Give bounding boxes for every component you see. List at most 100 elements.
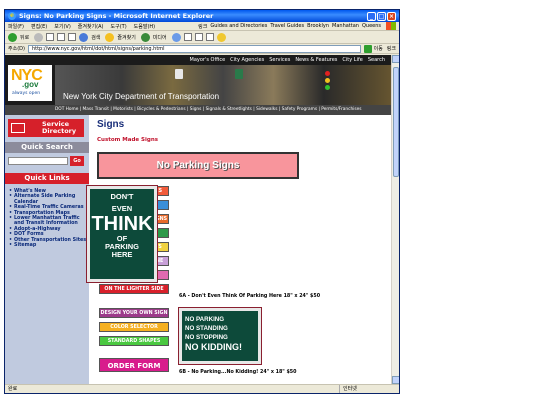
media-icon[interactable]	[140, 32, 150, 42]
nav-news-features[interactable]: News & Features	[295, 57, 337, 63]
search-go-button[interactable]: Go	[70, 156, 84, 166]
nyc-header: NYC .gov always open Mayor's Office City…	[5, 55, 391, 115]
back-label[interactable]: 뒤로	[20, 34, 29, 41]
ie-logo-icon: e	[8, 12, 16, 20]
logo-gov-text: .gov	[22, 80, 39, 89]
toolbar: 뒤로 검색 즐겨찾기 미디어	[5, 31, 399, 44]
street-sign-icon	[235, 69, 243, 79]
dot-title: New York City Department of Transportati…	[63, 92, 220, 101]
sign-6a-line2: EVEN	[111, 204, 133, 213]
menu-help[interactable]: 도움말(H)	[134, 23, 155, 30]
go-button[interactable]: 이동	[374, 45, 383, 52]
scroll-down-arrow-icon[interactable]	[392, 376, 399, 384]
address-bar: 주소(D) http://www.nyc.gov/html/dot/html/s…	[5, 44, 399, 54]
service-directory-label: Service Directory	[42, 120, 77, 135]
menu-view[interactable]: 보기(V)	[54, 23, 71, 30]
design-your-own-button[interactable]: DESIGN YOUR OWN SIGN	[99, 308, 169, 318]
nav-services[interactable]: Services	[269, 57, 290, 63]
mail-icon[interactable]	[183, 33, 192, 41]
window-title: Signs: No Parking Signs - Microsoft Inte…	[19, 12, 214, 20]
quick-links-heading: Quick Links	[5, 173, 89, 184]
breadcrumb[interactable]: Custom Made Signs	[97, 137, 158, 143]
address-label: 주소(D)	[8, 46, 25, 52]
menu-bar: 파일(F) 편집(E) 보기(V) 즐겨찾기(A) 도구(T) 도움말(H) 링…	[5, 22, 399, 31]
link-manhattan[interactable]: Manhattan	[332, 23, 359, 29]
minimize-button[interactable]: _	[367, 11, 376, 21]
nyc-gov-logo[interactable]: NYC .gov always open	[8, 65, 52, 101]
nav-city-agencies[interactable]: City Agencies	[230, 57, 264, 63]
favorites-label[interactable]: 즐겨찾기	[117, 34, 135, 41]
media-label[interactable]: 미디어	[153, 34, 167, 41]
address-input[interactable]: http://www.nyc.gov/html/dot/html/signs/p…	[27, 44, 361, 53]
service-directory-button[interactable]: Service Directory	[8, 119, 84, 137]
quick-link-sitemap[interactable]: Sitemap	[9, 243, 87, 249]
quick-link-lower-manhattan[interactable]: Lower Manhattan Traffic and Transit Info…	[9, 216, 87, 227]
search-icon[interactable]	[79, 32, 89, 42]
links-label: 링크	[198, 23, 208, 30]
page-content: NYC .gov always open Mayor's Office City…	[5, 55, 399, 384]
browser-window: e Signs: No Parking Signs - Microsoft In…	[4, 9, 400, 394]
traffic-light-yellow-icon	[325, 78, 330, 83]
go-arrow-icon[interactable]	[363, 44, 372, 53]
nav-mayors-office[interactable]: Mayor's Office	[190, 57, 226, 63]
messenger-icon[interactable]	[216, 32, 226, 42]
sign-6a-caption: 6A - Don't Even Think Of Parking Here 18…	[179, 294, 321, 299]
page-title: Signs	[97, 119, 125, 130]
favorites-star-icon[interactable]	[105, 32, 115, 42]
menu-edit[interactable]: 편집(E)	[31, 23, 47, 30]
logo-tagline: always open	[12, 91, 41, 96]
security-zone: 인터넷	[339, 385, 399, 393]
sign-6b-line3: NO STOPPING	[185, 334, 228, 341]
color-selector-button[interactable]: COLOR SELECTOR	[99, 322, 169, 332]
status-text: 완료	[8, 386, 18, 392]
lighter-side-button[interactable]: ON THE LIGHTER SIDE	[99, 284, 169, 294]
link-brooklyn[interactable]: Brooklyn	[307, 23, 329, 29]
vertical-scrollbar[interactable]	[391, 55, 399, 384]
sign-6b-line1: NO PARKING	[185, 316, 225, 323]
quick-search-input[interactable]	[8, 157, 68, 165]
back-arrow-icon[interactable]	[8, 32, 17, 42]
forward-arrow-icon[interactable]	[34, 32, 44, 42]
menu-file[interactable]: 파일(F)	[8, 23, 24, 30]
print-icon[interactable]	[194, 33, 203, 41]
title-bar: e Signs: No Parking Signs - Microsoft In…	[5, 10, 399, 22]
menu-tools[interactable]: 도구(T)	[111, 23, 127, 30]
no-parking-signs-banner: No Parking Signs	[97, 152, 299, 179]
sign-6b-line4: NO KIDDING!	[185, 342, 242, 352]
quick-links-list: What's New Alternate Side Parking Calend…	[9, 189, 87, 249]
sign-6b-caption: 6B - No Parking...No Kidding! 24" x 18" …	[179, 370, 297, 375]
status-bar: 완료 인터넷	[5, 384, 399, 393]
link-queens[interactable]: Queens	[362, 23, 381, 29]
close-button[interactable]: ×	[387, 11, 396, 21]
scroll-thumb[interactable]	[393, 67, 399, 177]
left-sidebar: Service Directory Quick Search Go Quick …	[5, 115, 89, 384]
windows-flag-icon	[386, 22, 396, 30]
nav-search[interactable]: Search	[368, 57, 385, 63]
nav-city-life[interactable]: City Life	[342, 57, 362, 63]
sign-6b-line2: NO STANDING	[185, 325, 228, 332]
maximize-button[interactable]: □	[377, 11, 386, 21]
home-icon[interactable]	[68, 33, 77, 41]
dot-sub-nav[interactable]: DOT Home | Mass Transit | Motorists | Bi…	[5, 105, 391, 115]
sign-6a-line6: HERE	[111, 250, 133, 259]
quick-search-heading: Quick Search	[5, 142, 89, 153]
history-icon[interactable]	[171, 32, 181, 42]
stop-icon[interactable]	[46, 33, 55, 41]
menu-favorites[interactable]: 즐겨찾기(A)	[78, 23, 104, 30]
scroll-up-arrow-icon[interactable]	[392, 55, 399, 63]
link-travel[interactable]: Travel Guides	[270, 23, 304, 29]
standard-shapes-button[interactable]: STANDARD SHAPES	[99, 336, 169, 346]
links-bar: 링크 Guides and Directories Travel Guides …	[198, 22, 396, 30]
order-form-button[interactable]: ORDER FORM	[99, 358, 169, 372]
address-links-label[interactable]: 링크	[387, 45, 396, 52]
quick-link-alt-side-parking[interactable]: Alternate Side Parking Calendar	[9, 194, 87, 205]
nyc-top-nav: Mayor's Office City Agencies Services Ne…	[185, 57, 385, 63]
link-guides[interactable]: Guides and Directories	[210, 23, 267, 29]
edit-icon[interactable]	[205, 33, 214, 41]
traffic-light-green-icon	[325, 85, 330, 90]
refresh-icon[interactable]	[57, 33, 66, 41]
sign-6a-image[interactable]: DON'T EVEN THINK OF PARKING HERE	[86, 185, 158, 283]
sign-6a-line3: THINK	[91, 213, 153, 235]
search-label[interactable]: 검색	[91, 34, 100, 41]
sign-6b-image[interactable]: NO PARKING NO STANDING NO STOPPING NO KI…	[178, 307, 262, 365]
